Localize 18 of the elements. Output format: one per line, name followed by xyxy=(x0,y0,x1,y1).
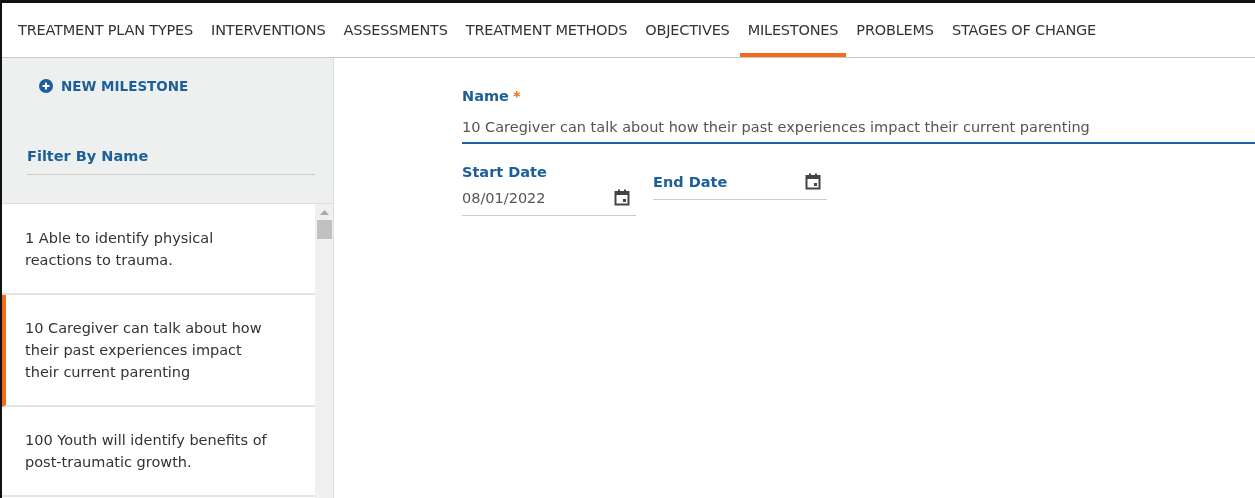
tab[interactable]: STAGES OF CHANGE xyxy=(943,3,1105,57)
filter-field[interactable]: Filter By Name xyxy=(27,138,315,175)
scroll-up-arrow-icon[interactable] xyxy=(319,210,329,215)
tab[interactable]: OBJECTIVES xyxy=(637,3,738,57)
tab[interactable]: TREATMENT METHODS xyxy=(457,3,636,57)
calendar-icon[interactable] xyxy=(805,173,821,190)
new-milestone-button[interactable]: NEW MILESTONE xyxy=(39,78,189,94)
tab[interactable]: ASSESSMENTS xyxy=(335,3,456,57)
scrollbar-thumb[interactable] xyxy=(316,220,332,239)
tab[interactable]: TREATMENT PLAN TYPES xyxy=(10,3,202,57)
name-label: Name * xyxy=(462,88,522,104)
tab[interactable]: INTERVENTIONS xyxy=(203,3,334,57)
tab[interactable]: MILESTONES xyxy=(739,3,847,57)
plus-circle-icon xyxy=(39,79,53,93)
start-date-label: Start Date xyxy=(462,164,548,180)
tab[interactable]: PROBLEMS xyxy=(848,3,942,57)
calendar-icon[interactable] xyxy=(614,189,630,206)
name-field[interactable]: 10 Caregiver can talk about how their past experiences impact their current parenting xyxy=(462,112,1255,144)
